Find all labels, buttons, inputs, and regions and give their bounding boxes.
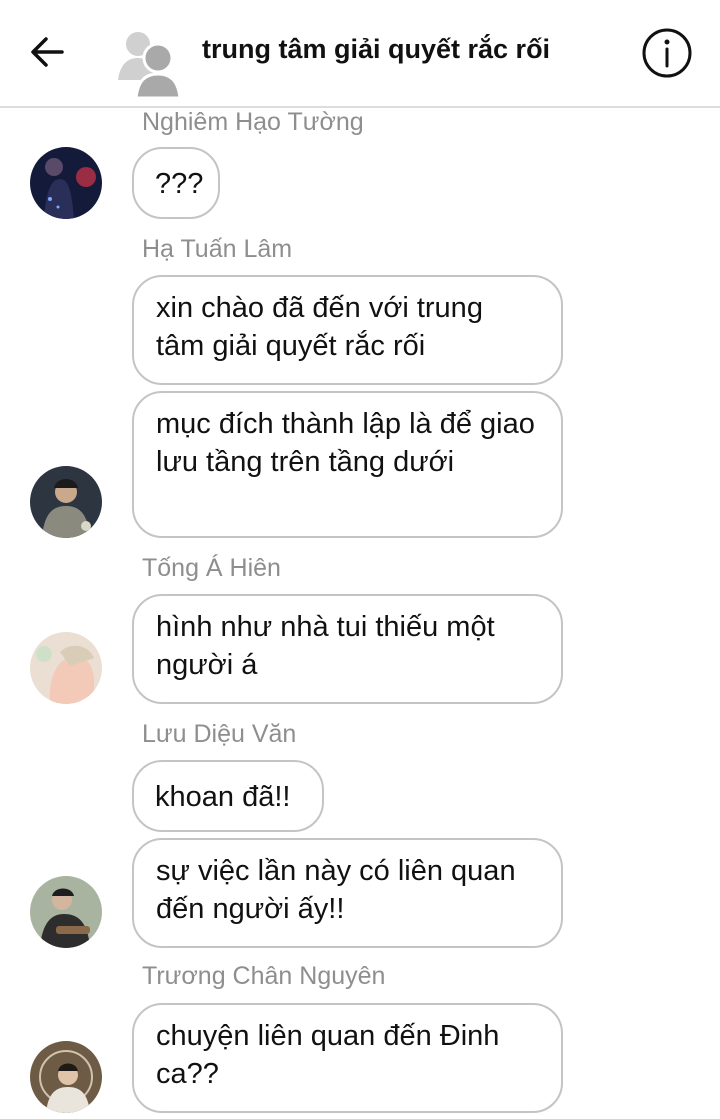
message-text: sự việc lần này có liên quan đến người ấ… [156,855,516,925]
sender-name: Tống Á Hiên [142,554,281,582]
message-bubble[interactable]: khoan đã!! [132,760,324,832]
user-avatar[interactable] [30,466,102,538]
message-bubble[interactable]: xin chào đã đến với trung tâm giải quyết… [132,275,563,385]
sender-name: Lưu Diệu Văn [142,720,297,748]
user-avatar[interactable] [30,632,102,704]
message-text: ??? [155,168,204,200]
sender-name: Hạ Tuấn Lâm [142,235,293,263]
sender-name: Trương Chân Nguyên [142,962,386,990]
group-avatar-icon[interactable] [114,22,186,100]
back-arrow-icon[interactable] [26,30,70,74]
user-avatar[interactable] [30,147,102,219]
sender-name: Nghiêm Hạo Tường [142,108,364,136]
message-bubble[interactable]: hình như nhà tui thiếu một người á [132,594,563,704]
message-text: xin chào đã đến với trung tâm giải quyết… [156,292,483,362]
message-text: mục đích thành lập là để giao lưu tầng t… [156,408,535,478]
chat-title: trung tâm giải quyết rắc rối [202,34,551,64]
message-bubble[interactable]: sự việc lần này có liên quan đến người ấ… [132,838,563,948]
message-bubble[interactable]: chuyện liên quan đến Đinh ca?? [132,1003,563,1113]
message-text: khoan đã!! [155,781,291,813]
message-bubble[interactable]: mục đích thành lập là để giao lưu tầng t… [132,391,563,538]
info-icon[interactable] [640,26,694,80]
user-avatar[interactable] [30,1041,102,1113]
message-text: chuyện liên quan đến Đinh ca?? [156,1020,500,1090]
message-text: hình như nhà tui thiếu một người á [156,611,495,681]
chat-header: trung tâm giải quyết rắc rối [0,0,720,108]
message-bubble[interactable]: ??? [132,147,220,219]
user-avatar[interactable] [30,876,102,948]
